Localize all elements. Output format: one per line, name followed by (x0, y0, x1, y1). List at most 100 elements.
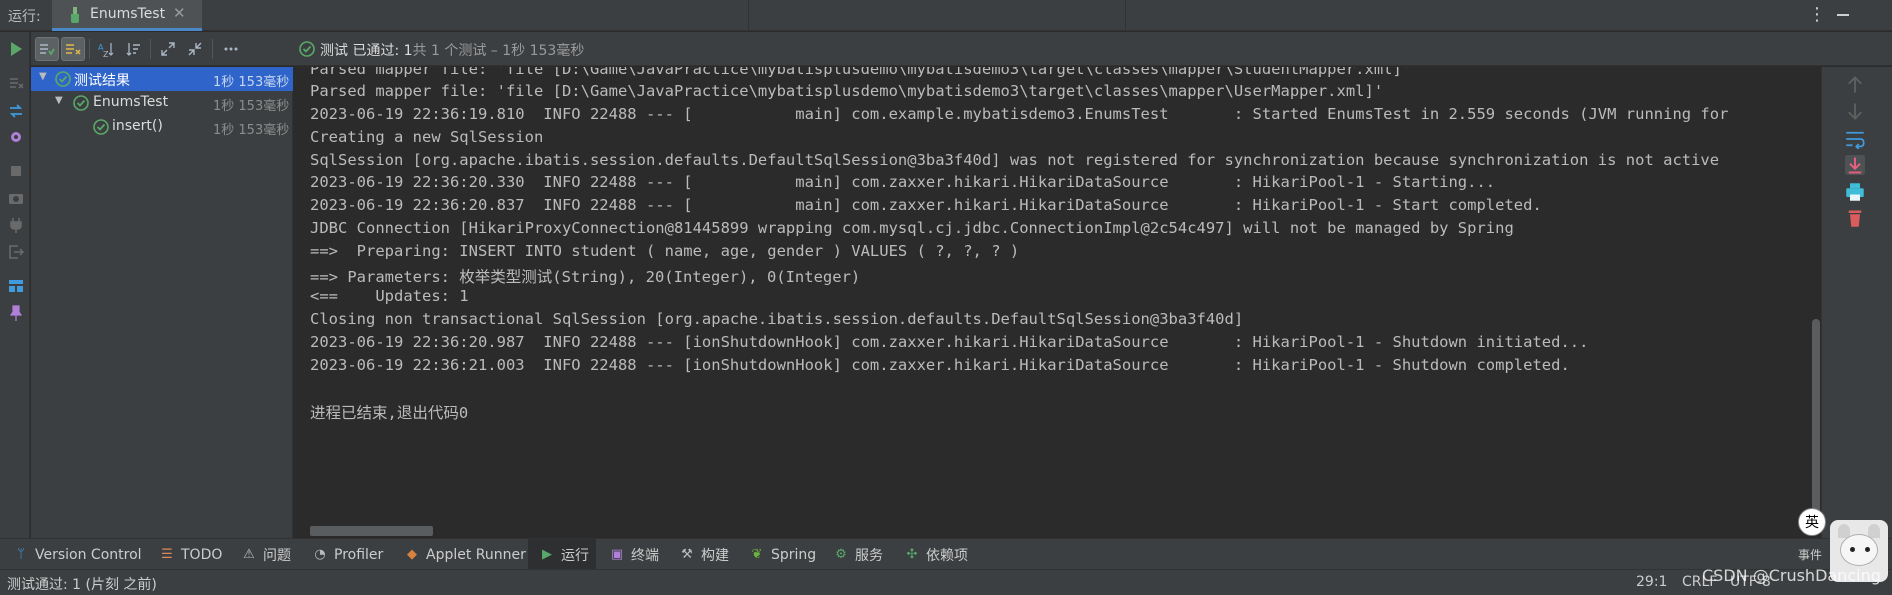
tree-item-insert[interactable]: insert() 1秒 153毫秒 (31, 115, 293, 139)
mascot-face (1840, 534, 1878, 566)
tool-label: 问题 (263, 547, 291, 564)
plug-icon[interactable] (8, 217, 24, 233)
sort-alpha-icon: AZ (98, 43, 114, 57)
arrow-up-icon[interactable] (1845, 75, 1865, 95)
arrow-down-icon[interactable] (1845, 101, 1865, 121)
dependencies-icon: ✣ (906, 547, 918, 562)
clear-all-icon[interactable] (1845, 208, 1865, 228)
mascot-eye (1850, 547, 1855, 552)
console-line: Closing non transactional SqlSession [or… (310, 310, 1244, 328)
applet-runner-icon: ◆ (407, 547, 417, 562)
tool-spring[interactable]: ❦ Spring (748, 539, 817, 570)
status-bar: 测试通过: 1 (片刻 之前) 29:1 CRLF UTF-8 (0, 569, 1892, 595)
version-control-icon: ᛘ (17, 547, 25, 562)
soft-wrap-icon[interactable] (1845, 129, 1865, 149)
horizontal-scrollbar[interactable] (310, 526, 433, 536)
svg-text:Z: Z (103, 50, 109, 57)
tree-item-test-results[interactable]: ▼ 测试结果 1秒 153毫秒 (31, 67, 293, 91)
test-results-tree: ▼ 测试结果 1秒 153毫秒 ▼ EnumsTest 1秒 153毫秒 ins… (31, 67, 293, 538)
tool-dependencies[interactable]: ✣ 依赖项 (903, 539, 968, 570)
settings-icon[interactable] (8, 129, 24, 145)
header-divider (1125, 0, 1126, 31)
run-tool-header: 运行: EnumsTest ✕ ⋮ (0, 0, 1892, 31)
show-ignored-button[interactable] (61, 37, 85, 61)
tool-label: Spring (771, 546, 817, 563)
tree-item-label: EnumsTest (93, 94, 169, 110)
vertical-scrollbar[interactable] (1812, 319, 1820, 529)
tool-label: 终端 (631, 547, 659, 564)
camera-icon[interactable] (8, 190, 24, 206)
tool-problems[interactable]: ⚠ 问题 (240, 539, 291, 570)
console-line: JDBC Connection [HikariProxyConnection@8… (310, 219, 1514, 237)
tool-terminal[interactable]: ▣ 终端 (608, 539, 659, 570)
watermark: CSDN @CrushDancing (1702, 566, 1881, 585)
rerun-icon[interactable] (8, 41, 24, 57)
console-output[interactable]: Parsed mapper file: 'file [D:\Game\JavaP… (294, 67, 1820, 538)
tool-label: TODO (181, 546, 223, 563)
stop-icon[interactable] (8, 163, 24, 179)
problems-icon: ⚠ (243, 547, 255, 562)
services-icon: ⚙ (835, 547, 847, 562)
status-message[interactable]: 测试通过: 1 (片刻 之前) (7, 574, 157, 594)
expand-all-button[interactable] (156, 37, 180, 61)
todo-icon: ☰ (161, 547, 173, 562)
console-side-toolbar (1821, 67, 1892, 538)
sort-by-duration-button[interactable] (121, 37, 145, 61)
collapse-all-button[interactable] (183, 37, 207, 61)
more-actions-button[interactable] (219, 37, 243, 61)
tests-passed-label: 测试 已通过: 1 (320, 43, 413, 59)
expand-all-icon (161, 42, 175, 56)
collapse-all-icon (188, 42, 202, 56)
caret-position[interactable]: 29:1 (1636, 574, 1667, 590)
test-flask-icon (71, 7, 79, 23)
console-line: <== Updates: 1 (310, 287, 469, 305)
tool-label: Profiler (334, 546, 384, 563)
tool-profiler[interactable]: ◔ Profiler (311, 539, 383, 570)
chevron-down-icon[interactable]: ▼ (39, 71, 47, 82)
console-line: 2023-06-19 22:36:21.003 INFO 22488 --- [… (310, 356, 1570, 374)
console-line: 2023-06-19 22:36:20.330 INFO 22488 --- [… (310, 173, 1496, 191)
build-icon: ⚒ (681, 547, 693, 562)
mascot-eye (1865, 547, 1870, 552)
tool-build[interactable]: ⚒ 构建 (678, 539, 729, 570)
passed-check-icon (73, 95, 89, 111)
console-line: SqlSession [org.apache.ibatis.session.de… (310, 151, 1720, 169)
console-line: ==> Parameters: 枚举类型测试(String), 20(Integ… (310, 268, 861, 286)
console-line: 进程已结束,退出代码0 (310, 404, 469, 422)
show-passed-icon (40, 44, 55, 56)
terminal-icon: ▣ (610, 547, 624, 562)
console-line: ==> Preparing: INSERT INTO student ( nam… (310, 242, 1020, 260)
console-line: Parsed mapper file: 'file [D:\Game\JavaP… (310, 82, 1384, 100)
tool-services[interactable]: ⚙ 服务 (832, 539, 883, 570)
passed-check-icon (299, 41, 315, 57)
minimize-icon[interactable] (1837, 14, 1849, 16)
sort-alphabetically-button[interactable]: AZ (94, 37, 118, 61)
tree-item-duration: 1秒 153毫秒 (213, 75, 290, 90)
ime-indicator[interactable]: 英 (1798, 508, 1826, 536)
event-log-label[interactable]: 事件 (1798, 546, 1822, 563)
tab-enums-test[interactable]: EnumsTest ✕ (52, 0, 202, 31)
chevron-down-icon[interactable]: ▼ (55, 95, 63, 106)
show-ignored-icon (66, 44, 81, 55)
exit-icon[interactable] (8, 244, 24, 260)
pin-icon[interactable] (8, 305, 24, 321)
tool-version-control[interactable]: ᛘ Version Control (12, 539, 141, 570)
close-icon[interactable]: ✕ (173, 4, 186, 22)
tool-applet-runner[interactable]: ◆ Applet Runner (403, 539, 526, 570)
show-passed-button[interactable] (35, 37, 59, 61)
rerun-failed-icon[interactable] (8, 75, 24, 91)
tool-label: 依赖项 (926, 547, 968, 564)
test-runner-toolbar: AZ 测试 已通过: 1共 1 个测试 – 1秒 153毫秒 (31, 32, 1892, 66)
print-icon[interactable] (1845, 182, 1865, 202)
scroll-to-end-icon[interactable] (1845, 155, 1865, 175)
toggle-auto-test-icon[interactable] (8, 103, 24, 119)
tool-run[interactable]: ▶ 运行 (528, 539, 596, 570)
more-options-icon[interactable]: ⋮ (1808, 4, 1826, 25)
layout-icon[interactable] (8, 278, 24, 294)
tool-label: 构建 (701, 547, 729, 564)
tree-item-duration: 1秒 153毫秒 (213, 99, 290, 114)
tree-item-enums-test[interactable]: ▼ EnumsTest 1秒 153毫秒 (31, 91, 293, 115)
tool-todo[interactable]: ☰ TODO (158, 539, 222, 570)
passed-check-icon (55, 71, 71, 87)
console-line: Parsed mapper file: 'file [D:\Game\JavaP… (310, 67, 1412, 78)
